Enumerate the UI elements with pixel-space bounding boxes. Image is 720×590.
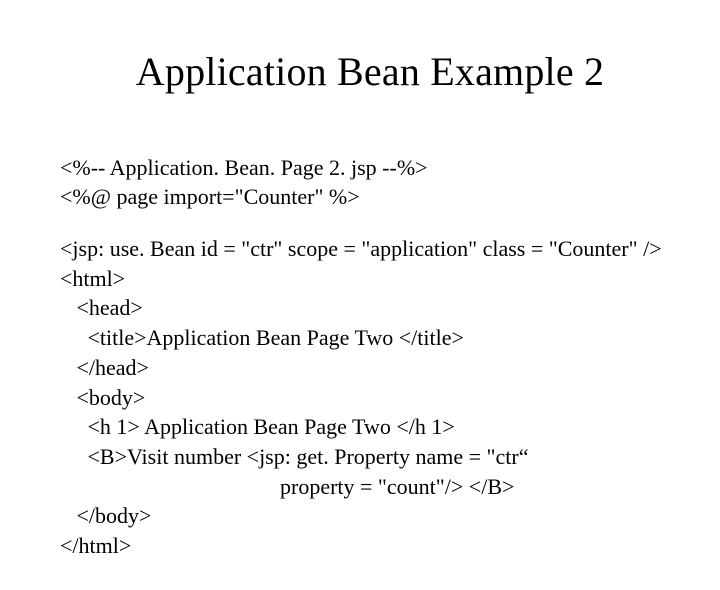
code-line: <title>Application Bean Page Two </title…	[60, 325, 464, 350]
code-line: <%@ page import="Counter" %>	[60, 184, 360, 209]
code-line: </head>	[60, 355, 149, 380]
code-line: <head>	[60, 295, 143, 320]
code-line: <%-- Application. Bean. Page 2. jsp --%>	[60, 155, 428, 180]
code-line: </body>	[60, 503, 151, 528]
code-line: </html>	[60, 533, 131, 558]
code-block: <%-- Application. Bean. Page 2. jsp --%>…	[60, 123, 680, 590]
code-line: <body>	[60, 385, 145, 410]
code-line: <h 1> Application Bean Page Two </h 1>	[60, 414, 455, 439]
code-line: <jsp: use. Bean id = "ctr" scope = "appl…	[60, 236, 662, 261]
slide: Application Bean Example 2 <%-- Applicat…	[0, 0, 720, 540]
blank-line	[60, 212, 680, 234]
code-line: <html>	[60, 266, 125, 291]
slide-title: Application Bean Example 2	[60, 48, 680, 95]
code-line: <B>Visit number <jsp: get. Property name…	[60, 444, 529, 469]
code-line: property = "count"/> </B>	[60, 474, 514, 499]
